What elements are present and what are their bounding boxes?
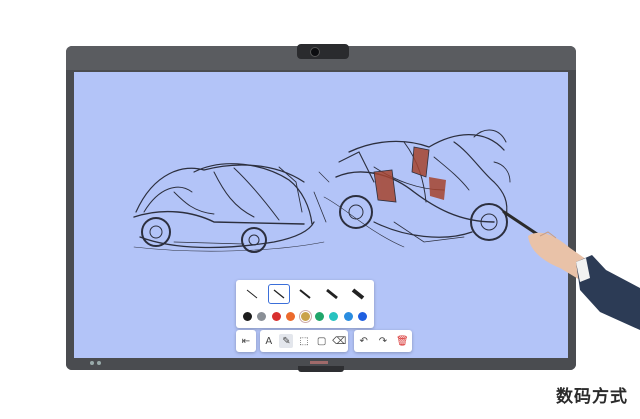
watermark: 数码方式 — [556, 387, 628, 407]
presenter-arm — [502, 210, 640, 330]
stylus-icon — [502, 210, 542, 238]
scene: ⇤ A ✎ ⬚ ▢ ⌫ ↶ ↷ 🗑 数码方式 — [0, 0, 640, 419]
